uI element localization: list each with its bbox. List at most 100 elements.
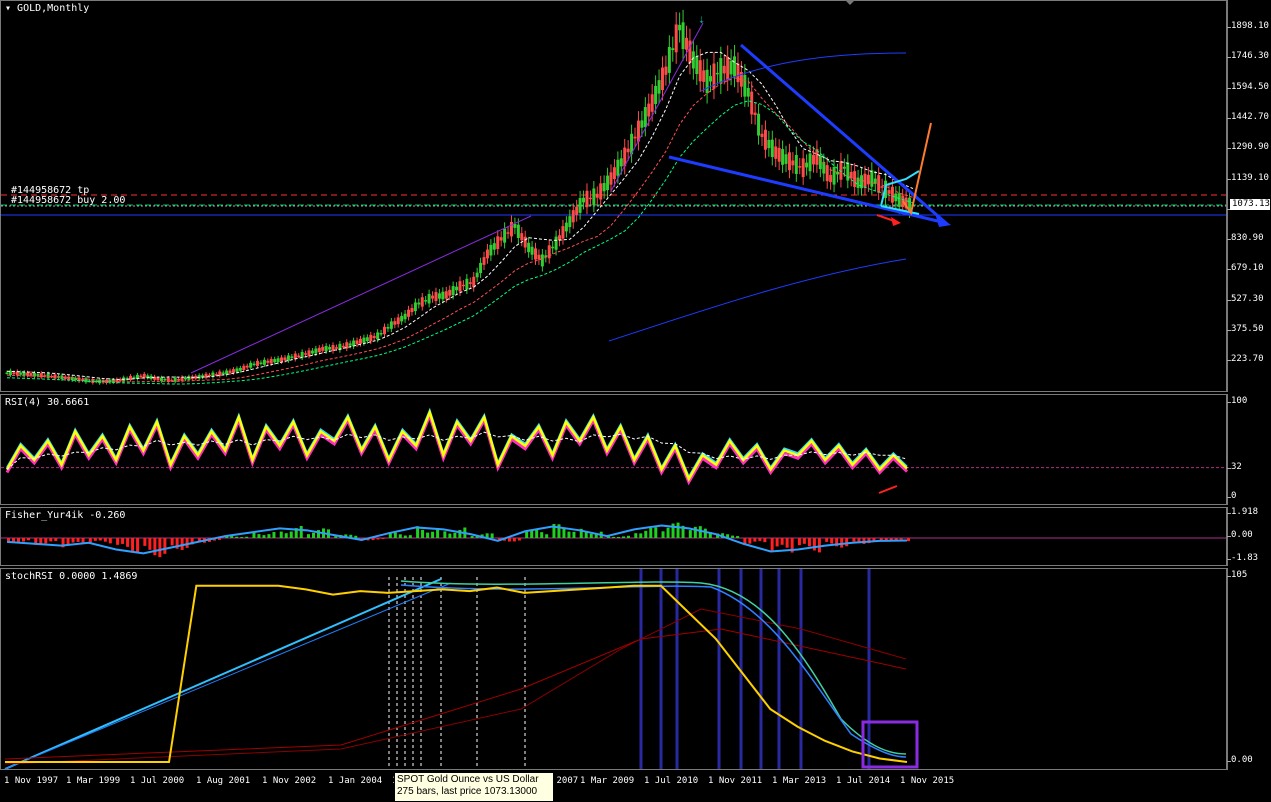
- fisher-bar: [448, 533, 452, 538]
- scale-tick: [1227, 87, 1231, 89]
- price-scale[interactable]: 1898.10 1746.30 1594.50 1442.70 1290.90 1139.…: [1227, 0, 1271, 392]
- fisher-bar: [817, 538, 821, 553]
- candle-body: [897, 193, 901, 207]
- fisher-bar: [775, 538, 779, 547]
- scale-tick: [1227, 576, 1231, 577]
- candle-body: [805, 162, 809, 168]
- candle-body: [811, 154, 815, 165]
- fisher-bar: [103, 538, 107, 542]
- candle-body: [729, 60, 733, 75]
- scale-tick-label: 0.00: [1231, 755, 1253, 765]
- fisher-bar: [654, 527, 658, 538]
- fisher-bar: [830, 538, 834, 544]
- scale-tick-label: 1594.50: [1231, 81, 1269, 92]
- price-chart: ⇣: [1, 9, 1226, 385]
- fisher-bar: [299, 526, 303, 538]
- fisher-bar: [121, 538, 125, 544]
- fisher-bar: [517, 538, 521, 541]
- fisher-bar: [825, 538, 829, 542]
- candle-body: [355, 340, 359, 345]
- scale-tick-label: 1139.10: [1231, 172, 1269, 183]
- scale-tick: [1227, 299, 1231, 301]
- scale-tick-label: 32: [1231, 462, 1242, 472]
- fisher-pane[interactable]: Fisher_Yur4ik -0.260: [0, 507, 1227, 566]
- fisher-bar: [758, 538, 762, 541]
- fisher-bar: [376, 538, 380, 540]
- candle-body: [379, 333, 383, 335]
- candle-body: [671, 48, 675, 51]
- candle-body: [777, 147, 781, 162]
- candle-body: [530, 246, 534, 255]
- fisher-chart: [1, 522, 1226, 558]
- candle-body: [403, 313, 407, 320]
- candle-body: [273, 359, 277, 363]
- candle-body: [763, 129, 767, 150]
- candle-body: [540, 254, 544, 267]
- candle-body: [626, 148, 630, 153]
- rsi-pane[interactable]: RSI(4) 30.6661: [0, 394, 1227, 505]
- time-tick-label: 1 Jul 2014: [836, 776, 891, 786]
- fisher-scale[interactable]: 1.918 0.00 -1.83: [1227, 507, 1271, 566]
- candle-body: [245, 365, 249, 368]
- scale-tick-label: 1290.90: [1231, 142, 1269, 153]
- candle-body: [427, 293, 431, 304]
- candle-body: [424, 300, 428, 302]
- fisher-bar: [153, 538, 157, 556]
- stochrsi-scale[interactable]: 105 0.00: [1227, 568, 1271, 770]
- fisher-bar: [76, 538, 80, 542]
- fisher-bar: [812, 538, 816, 551]
- time-tick-label: 1 Mar 1999: [66, 776, 121, 786]
- stochrsi-pane[interactable]: stochRSI 0.0000 1.4869: [0, 568, 1227, 770]
- rsi-scale[interactable]: 100 32 0: [1227, 394, 1271, 505]
- candle-body: [588, 197, 592, 200]
- candle-body: [547, 245, 551, 259]
- fisher-bar: [170, 538, 174, 546]
- scale-tick: [1227, 239, 1231, 241]
- fisher-bar: [148, 538, 152, 550]
- fisher-bar: [748, 538, 752, 544]
- fisher-bar: [257, 534, 261, 538]
- candle-body: [750, 91, 754, 115]
- time-tick-label: 1 Nov 2015: [900, 776, 955, 786]
- price-chart-pane[interactable]: ⇣ ▾ GOLD,Monthly #144958672 tp #14495867…: [0, 0, 1227, 392]
- fisher-bar: [131, 538, 135, 551]
- fisher-bar: [627, 535, 630, 538]
- scale-tick: [1227, 178, 1231, 180]
- candle-body: [437, 293, 441, 299]
- candle-body: [575, 206, 579, 215]
- fisher-bar: [289, 531, 293, 538]
- time-tick-label: 1 Nov 1997: [4, 776, 59, 786]
- candle-body: [300, 351, 304, 358]
- candle-body: [46, 373, 50, 378]
- candle-body: [420, 297, 424, 307]
- fisher-bar: [470, 536, 474, 538]
- fisher-bar: [688, 530, 692, 538]
- candle-body: [485, 249, 489, 259]
- time-tick-label: 1 Jan 2004: [328, 776, 383, 786]
- scale-tick: [1227, 513, 1231, 514]
- fisher-bar: [676, 522, 680, 538]
- fisher-bar: [770, 538, 774, 552]
- fisher-bar: [267, 534, 271, 538]
- candle-body: [252, 363, 256, 366]
- candle-body: [513, 223, 517, 228]
- fisher-bar: [540, 532, 544, 538]
- candle-body: [431, 295, 435, 299]
- scale-tick: [1227, 497, 1231, 498]
- scroll-indicator-icon[interactable]: [845, 0, 855, 5]
- candle-body: [12, 372, 16, 375]
- scale-tick: [1227, 360, 1231, 362]
- fisher-bar: [426, 532, 430, 538]
- fisher-bar: [136, 538, 140, 553]
- time-axis[interactable]: 1 Nov 1997 1 Mar 1999 1 Jul 2000 1 Aug 2001…: [0, 770, 1227, 792]
- candle-body: [801, 158, 805, 178]
- candle-body: [667, 46, 671, 73]
- time-tick-label: 1 Mar 2013: [772, 776, 827, 786]
- candle-body: [19, 372, 23, 375]
- fisher-bar: [98, 538, 102, 541]
- fisher-bar: [7, 538, 10, 542]
- channel-line: [190, 215, 532, 374]
- candle-body: [722, 65, 726, 74]
- candle-body: [221, 372, 225, 374]
- scale-tick: [1227, 468, 1231, 469]
